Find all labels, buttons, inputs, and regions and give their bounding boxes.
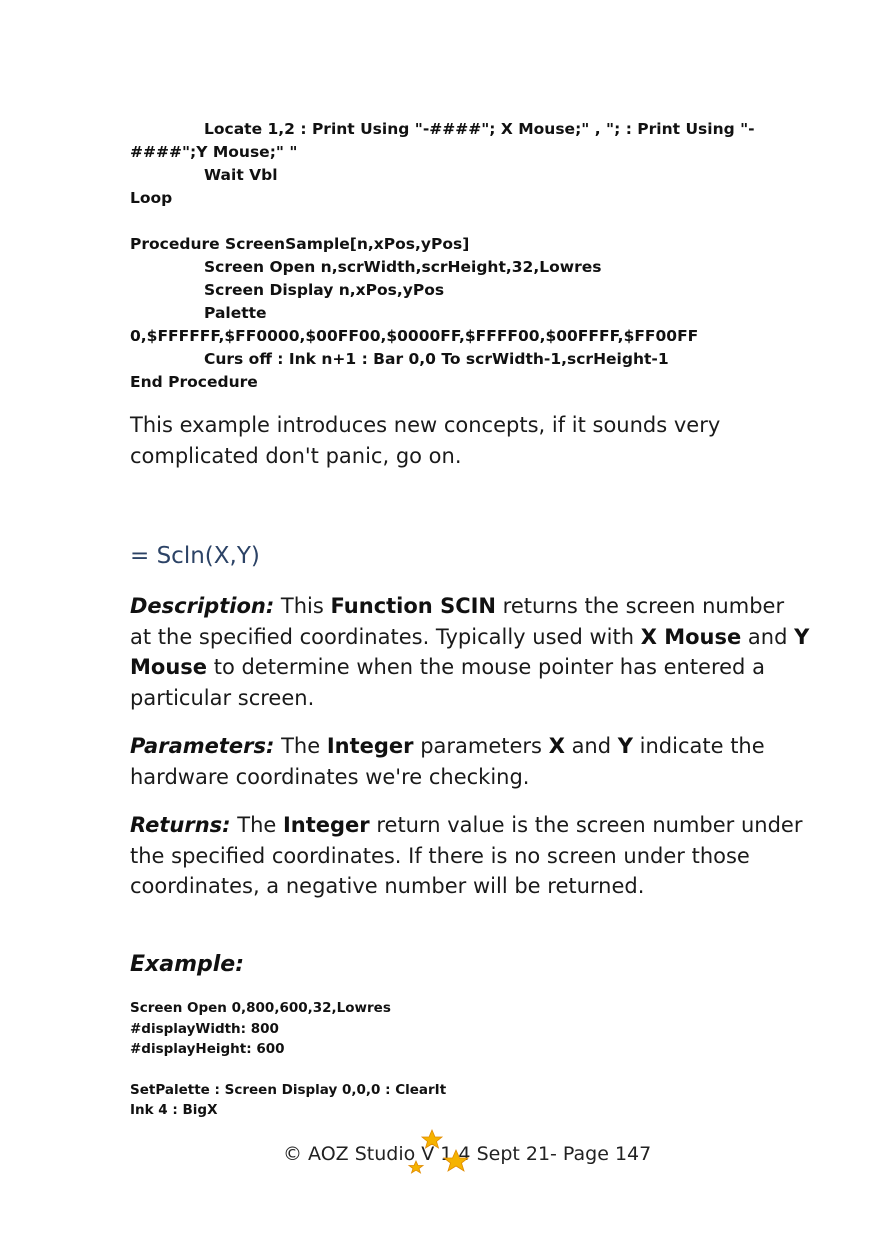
description-text-4: to determine when the mouse pointer has …: [130, 655, 765, 710]
description-paragraph: Description: This Function SCIN returns …: [130, 591, 810, 713]
returns-text-1: The: [230, 813, 283, 837]
code-line: #displayWidth: 800: [130, 1020, 279, 1037]
example-heading: Example:: [130, 952, 244, 977]
parameters-text-3: and: [564, 734, 618, 758]
code-listing-top: Locate 1,2 : Print Using "-####"; X Mous…: [130, 118, 810, 394]
intro-paragraph: This example introduces new concepts, if…: [130, 413, 721, 468]
parameters-bold-y: Y: [617, 734, 633, 758]
description-text-1: This: [274, 594, 331, 618]
code-line: Procedure ScreenSample[n,xPos,yPos]: [130, 235, 470, 253]
code-line: Screen Open n,scrWidth,scrHeight,32,Lowr…: [204, 258, 602, 276]
code-line: Palette: [204, 304, 267, 322]
parameters-bold-integer: Integer: [326, 734, 414, 758]
star-icon: [442, 1149, 470, 1172]
code-line: Screen Display n,xPos,yPos: [204, 281, 445, 299]
function-heading: = Scln(X,Y): [130, 543, 260, 569]
parameters-text-2: parameters: [413, 734, 549, 758]
parameters-bold-x: X: [548, 734, 565, 758]
code-listing-example: Screen Open 0,800,600,32,Lowres #displayW…: [130, 998, 810, 1121]
returns-label: Returns:: [130, 813, 231, 837]
parameters-label: Parameters:: [130, 734, 275, 758]
code-line: Loop: [130, 189, 173, 207]
star-icon: [420, 1128, 444, 1149]
description-text-3: and: [741, 624, 795, 649]
code-line: SetPalette : Screen Display 0,0,0 : Clea…: [130, 1081, 447, 1098]
returns-paragraph: Returns: The Integer return value is the…: [130, 810, 810, 902]
code-line: Curs off : Ink n+1 : Bar 0,0 To scrWidth…: [204, 350, 669, 368]
description-bold-xmouse: X Mouse: [640, 624, 742, 649]
code-line: Ink 4 : BigX: [130, 1102, 218, 1118]
parameters-text-1: The: [274, 734, 327, 758]
code-line: Screen Open 0,800,600,32,Lowres: [130, 1000, 391, 1016]
parameters-paragraph: Parameters: The Integer parameters X and…: [130, 731, 810, 792]
code-line: Locate 1,2 : Print Using "-####"; X Mous…: [204, 120, 755, 138]
stars-logo-icon: [407, 1128, 470, 1174]
description-bold-function: Function SCIN: [330, 594, 497, 618]
code-line: #displayHeight: 600: [130, 1041, 285, 1057]
star-icon: [407, 1160, 425, 1174]
code-line: ####";Y Mouse;" ": [130, 143, 298, 161]
code-line: Wait Vbl: [204, 166, 278, 184]
description-label: Description:: [130, 594, 275, 618]
code-line: 0,$FFFFFF,$FF0000,$00FF00,$0000FF,$FFFF0…: [130, 327, 699, 345]
returns-bold-integer: Integer: [282, 813, 370, 837]
code-line: End Procedure: [130, 373, 258, 391]
